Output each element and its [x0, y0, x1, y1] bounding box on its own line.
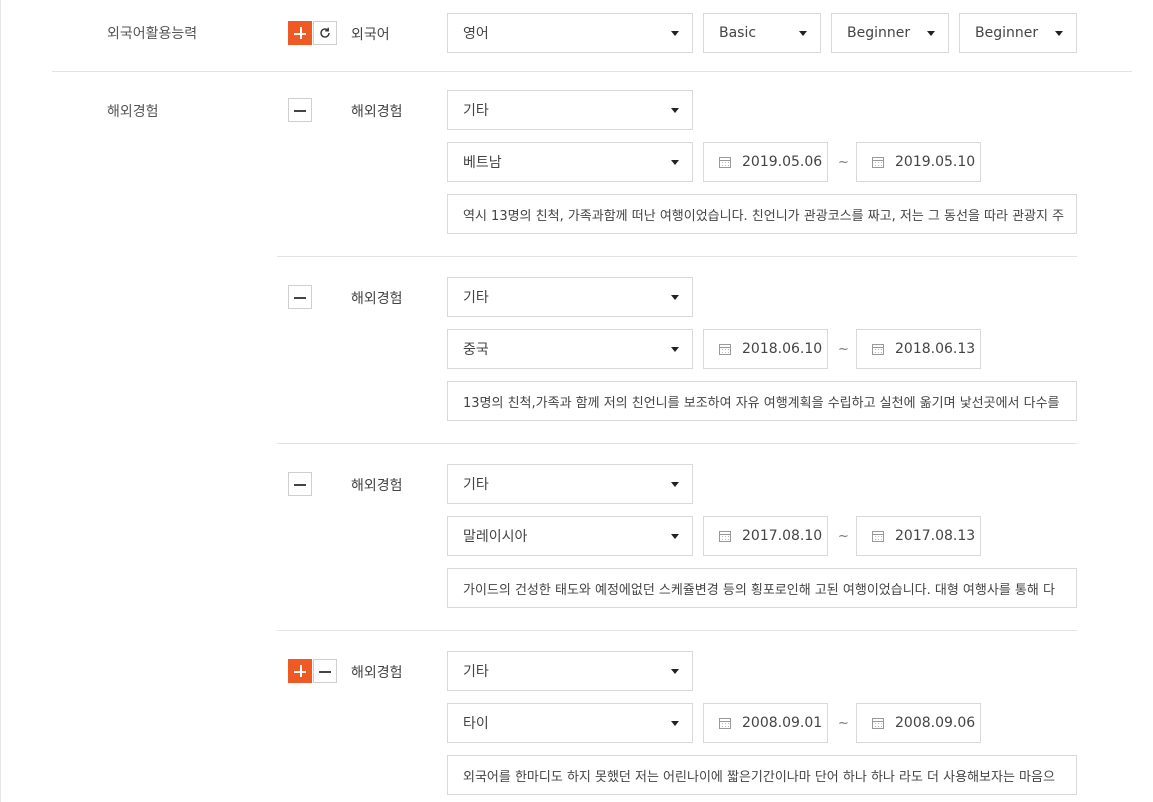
calendar-icon	[719, 156, 731, 168]
date-range-separator: ~	[838, 342, 849, 357]
level-select-1-value: Basic	[719, 25, 757, 41]
caret-down-icon	[671, 295, 679, 300]
date-range-separator: ~	[838, 716, 849, 731]
start-date-value: 2017.08.10	[742, 528, 823, 544]
country-value: 말레이시아	[463, 529, 528, 545]
country-select[interactable]: 말레이시아	[447, 516, 693, 556]
entry-label: 해외경험	[351, 478, 403, 494]
country-value: 중국	[463, 342, 489, 358]
description-input[interactable]: 13명의 친척,가족과 함께 저의 친언니를 보조하여 자유 여행계획을 수립하…	[447, 381, 1077, 421]
overseas-section-label: 해외경험	[107, 104, 159, 120]
date-range-separator: ~	[838, 529, 849, 544]
section-divider	[52, 71, 1132, 72]
end-date-value: 2008.09.06	[895, 715, 976, 731]
calendar-icon	[872, 717, 884, 729]
description-input[interactable]: 외국어를 한마디도 하지 못했던 저는 어린나이에 짧은기간이나마 단어 하나 …	[447, 755, 1077, 795]
calendar-icon	[872, 530, 884, 542]
start-date-input[interactable]: 2019.05.06	[703, 142, 828, 182]
end-date-value: 2017.08.13	[895, 528, 976, 544]
caret-down-icon	[671, 669, 679, 674]
start-date-value: 2019.05.06	[742, 154, 823, 170]
entry-label: 해외경험	[351, 104, 403, 120]
start-date-input[interactable]: 2018.06.10	[703, 329, 828, 369]
experience-type-value: 기타	[463, 290, 489, 306]
caret-down-icon	[799, 31, 807, 36]
caret-down-icon	[671, 482, 679, 487]
end-date-input[interactable]: 2008.09.06	[856, 703, 981, 743]
country-value: 타이	[463, 716, 489, 732]
level-select-3-value: Beginner	[975, 25, 1039, 41]
caret-down-icon	[671, 108, 679, 113]
entry-divider	[277, 256, 1077, 257]
add-language-button[interactable]	[288, 21, 312, 45]
remove-entry-button[interactable]	[288, 285, 312, 309]
language-level-select-3[interactable]: Beginner	[959, 13, 1077, 53]
start-date-value: 2018.06.10	[742, 341, 823, 357]
calendar-icon	[872, 156, 884, 168]
caret-down-icon	[671, 31, 679, 36]
remove-entry-button[interactable]	[288, 472, 312, 496]
end-date-input[interactable]: 2017.08.13	[856, 516, 981, 556]
experience-type-value: 기타	[463, 103, 489, 119]
experience-type-value: 기타	[463, 477, 489, 493]
remove-entry-button[interactable]	[288, 98, 312, 122]
calendar-icon	[719, 530, 731, 542]
remove-entry-button[interactable]	[313, 659, 337, 683]
entry-label: 해외경험	[351, 291, 403, 307]
caret-down-icon	[671, 534, 679, 539]
country-value: 베트남	[463, 155, 502, 171]
experience-type-select[interactable]: 기타	[447, 277, 693, 317]
experience-type-select[interactable]: 기타	[447, 90, 693, 130]
experience-type-value: 기타	[463, 664, 489, 680]
description-input[interactable]: 가이드의 건성한 태도와 예정에없던 스케쥴변경 등의 횡포로인해 고된 여행이…	[447, 568, 1077, 608]
entry-divider	[277, 443, 1077, 444]
calendar-icon	[719, 717, 731, 729]
caret-down-icon	[1055, 31, 1063, 36]
calendar-icon	[719, 343, 731, 355]
calendar-icon	[872, 343, 884, 355]
caret-down-icon	[671, 721, 679, 726]
entry-label: 해외경험	[351, 665, 403, 681]
reset-language-button[interactable]	[313, 21, 337, 45]
description-value: 13명의 친척,가족과 함께 저의 친언니를 보조하여 자유 여행계획을 수립하…	[463, 395, 1060, 411]
language-section-label: 외국어활용능력	[107, 26, 198, 42]
language-row: 외국어활용능력 외국어 영어 Basic Beginner Beginner	[0, 0, 1153, 72]
description-input[interactable]: 역시 13명의 친척, 가족과함께 떠난 여행이었습니다. 친언니가 관광코스를…	[447, 194, 1077, 234]
caret-down-icon	[671, 160, 679, 165]
language-select[interactable]: 영어	[447, 13, 693, 53]
add-entry-button[interactable]	[288, 659, 312, 683]
refresh-icon	[320, 27, 330, 38]
country-select[interactable]: 중국	[447, 329, 693, 369]
caret-down-icon	[671, 347, 679, 352]
date-range-separator: ~	[838, 155, 849, 170]
language-level-select-1[interactable]: Basic	[703, 13, 821, 53]
country-select[interactable]: 베트남	[447, 142, 693, 182]
end-date-input[interactable]: 2018.06.13	[856, 329, 981, 369]
entry-divider	[277, 630, 1077, 631]
start-date-input[interactable]: 2008.09.01	[703, 703, 828, 743]
experience-type-select[interactable]: 기타	[447, 464, 693, 504]
country-select[interactable]: 타이	[447, 703, 693, 743]
page-left-border	[0, 0, 1, 802]
start-date-value: 2008.09.01	[742, 715, 823, 731]
start-date-input[interactable]: 2017.08.10	[703, 516, 828, 556]
description-value: 외국어를 한마디도 하지 못했던 저는 어린나이에 짧은기간이나마 단어 하나 …	[463, 769, 1055, 785]
description-value: 가이드의 건성한 태도와 예정에없던 스케쥴변경 등의 횡포로인해 고된 여행이…	[463, 582, 1055, 598]
end-date-value: 2019.05.10	[895, 154, 976, 170]
experience-type-select[interactable]: 기타	[447, 651, 693, 691]
language-level-select-2[interactable]: Beginner	[831, 13, 949, 53]
end-date-value: 2018.06.13	[895, 341, 976, 357]
level-select-2-value: Beginner	[847, 25, 911, 41]
end-date-input[interactable]: 2019.05.10	[856, 142, 981, 182]
language-field-label: 외국어	[351, 27, 390, 43]
description-value: 역시 13명의 친척, 가족과함께 떠난 여행이었습니다. 친언니가 관광코스를…	[463, 208, 1065, 224]
language-select-value: 영어	[463, 26, 489, 42]
caret-down-icon	[927, 31, 935, 36]
